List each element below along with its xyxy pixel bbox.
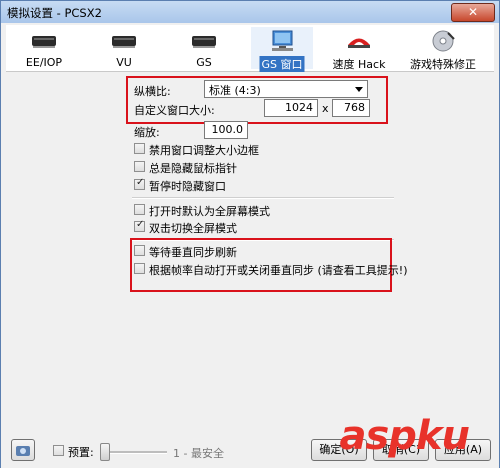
tab-ee-iop[interactable]: EE/IOP — [8, 27, 80, 69]
title-bar[interactable]: 模拟设置 - PCSX2 ✕ — [1, 1, 499, 23]
tab-label: GS — [196, 56, 212, 69]
monitor-icon — [272, 30, 293, 51]
close-button[interactable]: ✕ — [451, 3, 495, 22]
chip-icon — [112, 36, 136, 48]
option-label: 打开时默认为全屏幕模式 — [149, 205, 270, 218]
zoom-label: 缩放: — [134, 126, 160, 139]
tab-label: VU — [116, 56, 132, 69]
option-label: 禁用窗口调整大小边框 — [149, 144, 259, 157]
option-label: 总是隐藏鼠标指针 — [149, 162, 237, 175]
preset-label: 预置: — [68, 446, 94, 459]
speed-hack-icon — [348, 38, 370, 48]
category-toolbar: EE/IOP VU GS GS 窗口 速度 Hack 游戏特殊修正 — [6, 25, 494, 72]
window-title: 模拟设置 - PCSX2 — [7, 6, 102, 20]
checkbox[interactable] — [134, 143, 145, 154]
preset-slider-thumb[interactable] — [100, 443, 110, 461]
screenshot-button[interactable] — [11, 439, 35, 461]
tab-vu[interactable]: VU — [94, 27, 154, 69]
checkbox[interactable] — [53, 445, 64, 456]
zoom-input[interactable]: 100.0 — [204, 121, 248, 139]
window-width-input[interactable]: 1024 — [264, 99, 318, 117]
checkbox[interactable] — [134, 177, 145, 190]
gs-window-panel: 纵横比: 标准 (4:3) 自定义窗口大小: 1024 x 768 缩放: 10… — [6, 72, 494, 427]
chip-icon — [192, 36, 216, 48]
watermark-logo: aspku — [339, 413, 470, 459]
size-separator: x — [322, 102, 329, 115]
aspect-ratio-select[interactable]: 标准 (4:3) — [204, 80, 368, 98]
tab-gs[interactable]: GS — [174, 27, 234, 69]
chip-icon — [32, 36, 56, 48]
tab-label: GS 窗口 — [259, 56, 305, 72]
tab-label: EE/IOP — [25, 56, 63, 69]
custom-size-label: 自定义窗口大小: — [134, 104, 215, 117]
tab-label: 游戏特殊修正 — [410, 58, 476, 71]
aspect-ratio-value: 标准 (4:3) — [209, 84, 261, 97]
window-height-input[interactable]: 768 — [332, 99, 370, 117]
camera-icon — [16, 446, 30, 456]
preset-level: 1 - 最安全 — [173, 447, 224, 460]
checkbox[interactable] — [134, 219, 145, 232]
settings-window: 模拟设置 - PCSX2 ✕ EE/IOP VU GS GS 窗口 速度 Hac… — [0, 0, 500, 468]
option-label: 等待垂直同步刷新 — [149, 246, 237, 259]
checkbox[interactable] — [134, 245, 145, 256]
option-label: 根据帧率自动打开或关闭垂直同步 (请查看工具提示!) — [149, 264, 408, 277]
tab-game-fixes[interactable]: 游戏特殊修正 — [401, 27, 485, 71]
divider — [132, 197, 394, 199]
tab-gs-window[interactable]: GS 窗口 — [251, 27, 313, 72]
tab-label: 速度 Hack — [332, 58, 386, 71]
aspect-ratio-label: 纵横比: — [134, 85, 171, 98]
disc-icon — [432, 30, 455, 52]
preset-slider-track[interactable] — [101, 451, 167, 454]
checkbox[interactable] — [134, 204, 145, 215]
tab-speed-hack[interactable]: 速度 Hack — [328, 27, 390, 71]
chevron-down-icon — [355, 87, 363, 92]
option-label: 暂停时隐藏窗口 — [149, 180, 226, 193]
option-label: 双击切换全屏模式 — [149, 222, 237, 235]
checkbox[interactable] — [134, 161, 145, 172]
checkbox[interactable] — [134, 263, 145, 274]
